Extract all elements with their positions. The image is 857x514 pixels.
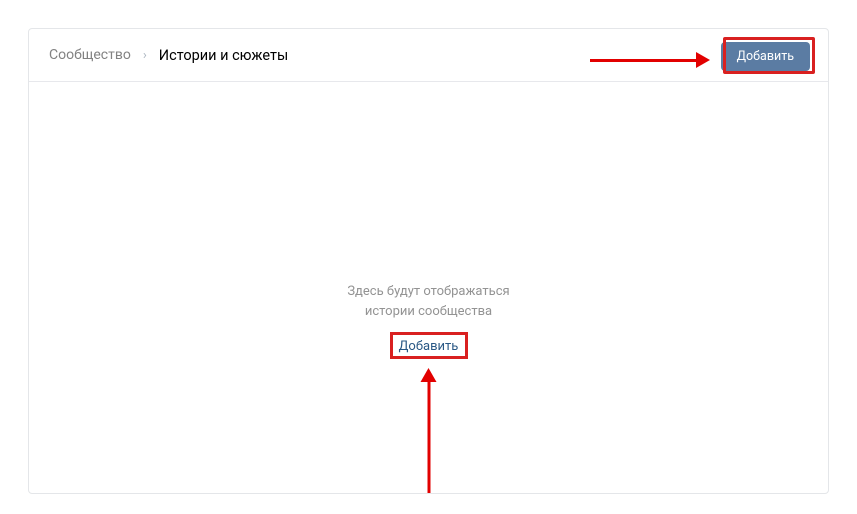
panel-header: Сообщество › Истории и сюжеты Добавить — [29, 29, 828, 82]
empty-state: Здесь будут отображаться истории сообщес… — [347, 282, 509, 354]
annotation-arrow-right — [590, 58, 710, 63]
stories-panel: Сообщество › Истории и сюжеты Добавить З… — [28, 28, 829, 494]
panel-content: Здесь будут отображаться истории сообщес… — [29, 82, 828, 493]
breadcrumb-current: Истории и сюжеты — [159, 47, 288, 64]
empty-state-text: Здесь будут отображаться истории сообщес… — [347, 282, 509, 321]
chevron-right-icon: › — [143, 48, 147, 63]
add-link[interactable]: Добавить — [399, 339, 459, 354]
breadcrumb: Сообщество › Истории и сюжеты — [49, 47, 288, 64]
annotation-arrow-up — [426, 368, 431, 493]
breadcrumb-parent[interactable]: Сообщество — [49, 47, 131, 63]
add-button[interactable]: Добавить — [721, 42, 810, 71]
